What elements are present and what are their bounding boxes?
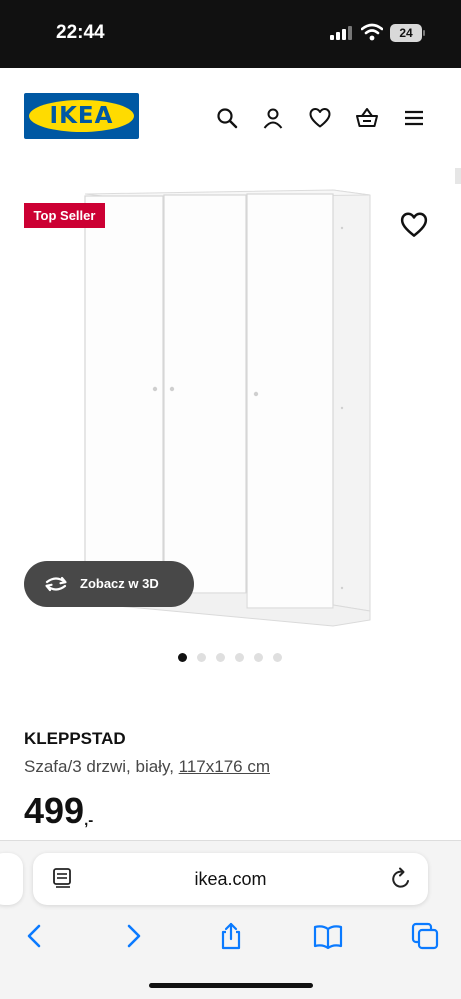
view-in-3d-label: Zobacz w 3D <box>80 576 159 591</box>
carousel-dot[interactable] <box>273 653 282 662</box>
cellular-signal-icon <box>330 26 352 40</box>
product-type: Szafa/3 drzwi, biały, <box>24 757 179 776</box>
product-description: Szafa/3 drzwi, biały, 117x176 cm <box>24 757 270 777</box>
wifi-icon <box>361 23 383 41</box>
carousel-dot[interactable] <box>178 653 187 662</box>
view-in-3d-button[interactable]: Zobacz w 3D <box>24 561 194 607</box>
carousel-dot[interactable] <box>197 653 206 662</box>
carousel-dot[interactable] <box>254 653 263 662</box>
site-header: IKEA <box>0 68 461 168</box>
product-name: KLEPPSTAD <box>24 729 126 748</box>
battery-tip <box>423 30 425 36</box>
rotate-3d-icon <box>45 576 67 592</box>
tabs-icon[interactable] <box>410 921 440 951</box>
back-icon[interactable] <box>20 921 50 951</box>
status-time: 22:44 <box>56 22 105 43</box>
reload-icon[interactable] <box>389 866 413 892</box>
basket-icon[interactable] <box>355 106 379 130</box>
account-icon[interactable] <box>261 106 285 130</box>
browser-toolbar: ikea.com <box>0 840 461 999</box>
logo-text: IKEA <box>49 103 114 129</box>
url-text: ikea.com <box>194 869 267 889</box>
share-icon[interactable] <box>216 921 246 951</box>
carousel-dot[interactable] <box>216 653 225 662</box>
price-suffix: ,- <box>84 812 94 829</box>
status-bar: 22:44 24 <box>0 0 461 68</box>
address-bar[interactable]: ikea.com <box>33 853 428 905</box>
menu-icon[interactable] <box>402 106 426 130</box>
ikea-logo[interactable]: IKEA <box>24 93 139 139</box>
bookmarks-icon[interactable] <box>313 921 343 951</box>
forward-icon[interactable] <box>118 921 148 951</box>
carousel-dot[interactable] <box>235 653 244 662</box>
battery-indicator: 24 <box>390 24 422 42</box>
home-indicator <box>149 983 313 988</box>
product-dimensions-link[interactable]: 117x176 cm <box>179 757 270 776</box>
add-to-favourites-heart-icon[interactable] <box>399 210 429 240</box>
previous-tab-preview[interactable] <box>0 853 23 905</box>
product-price: 499,- <box>24 790 93 832</box>
top-seller-badge: Top Seller <box>24 203 105 228</box>
search-icon[interactable] <box>215 106 239 130</box>
price-value: 499 <box>24 790 85 831</box>
heart-icon[interactable] <box>308 106 332 130</box>
